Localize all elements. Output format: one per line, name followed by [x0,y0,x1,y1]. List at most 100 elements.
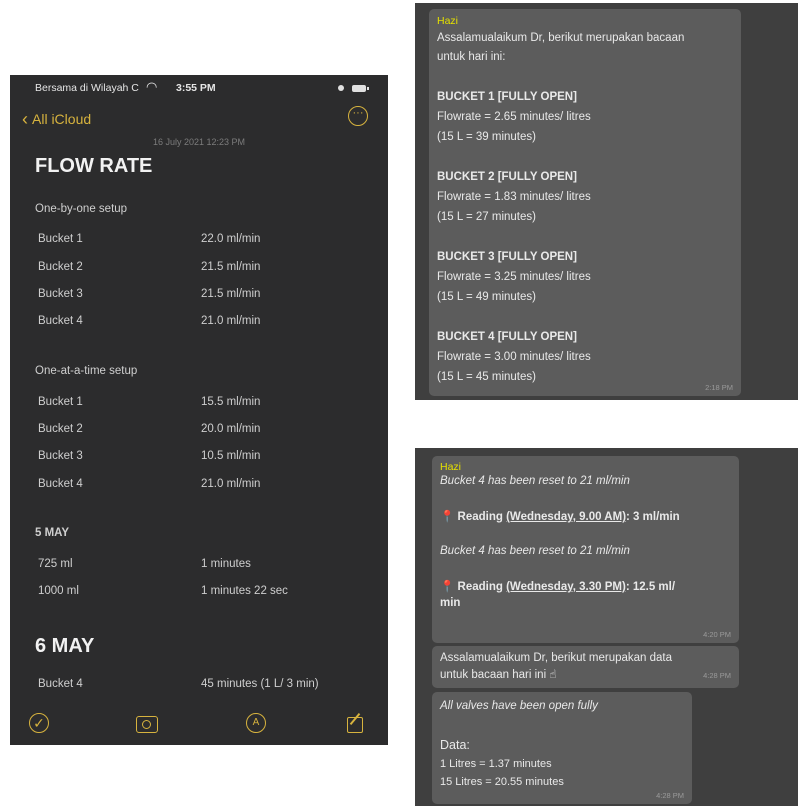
checklist-icon[interactable]: ✓ [29,713,49,733]
message-text: untuk hari ini: [437,51,506,63]
message-bubble[interactable]: All valves have been open fully Data: 1 … [432,692,692,804]
message-timestamp: 4:28 PM [703,671,731,680]
list-item: Bucket 4 21.0 ml/min [38,478,378,490]
list-item: Bucket 4 45 minutes (1 L/ 3 min) [38,678,378,690]
note-date: 16 July 2021 12:23 PM [152,137,246,147]
row-value: 22.0 ml/min [201,233,261,245]
row-label: Bucket 4 [38,678,83,690]
bucket-flowrate: Flowrate = 1.83 minutes/ litres [437,191,591,203]
status-time: 3:55 PM [176,82,216,94]
row-value: 21.0 ml/min [201,315,261,327]
list-item: Bucket 1 22.0 ml/min [38,233,378,245]
notes-toolbar: ✓ A [10,705,388,745]
reading-value: : 3 ml/min [626,511,680,523]
section-heading: One-at-a-time setup [35,365,138,377]
compose-icon[interactable] [347,712,363,733]
markup-pen-icon[interactable]: A [246,713,266,733]
back-button[interactable]: ‹ All iCloud [22,108,91,129]
row-label: Bucket 3 [38,450,83,462]
reading-prefix: Reading [457,581,503,593]
row-label: Bucket 3 [38,288,83,300]
bucket-flowrate: Flowrate = 3.25 minutes/ litres [437,271,591,283]
message-bubble[interactable]: Hazi Assalamualaikum Dr, berikut merupak… [429,9,741,396]
list-item: Bucket 2 21.5 ml/min [38,261,378,273]
back-label: All iCloud [32,111,92,127]
data-line: 15 Litres = 20.55 minutes [440,776,564,788]
message-text-line2: untuk bacaan hari ini ☝ [440,667,731,684]
bucket-title: BUCKET 4 [FULLY OPEN] [437,331,577,343]
row-label: Bucket 4 [38,315,83,327]
message-text: All valves have been open fully [440,700,598,712]
list-item: Bucket 3 21.5 ml/min [38,288,378,300]
bucket-total: (15 L = 45 minutes) [437,371,536,383]
bucket-block: BUCKET 4 [FULLY OPEN] Flowrate = 3.00 mi… [437,327,733,387]
pin-icon: 📍 [440,581,458,593]
reading-value: : 12.5 ml/ [625,581,676,593]
message-text: Assalamualaikum Dr, berikut merupakan ba… [437,32,685,44]
sender-name: Hazi [437,15,459,27]
list-item: Bucket 3 10.5 ml/min [38,450,378,462]
message-bubble[interactable]: Assalamualaikum Dr, berikut merupakan da… [432,646,739,688]
chat-screenshot-1: Hazi Assalamualaikum Dr, berikut merupak… [415,3,798,400]
carrier-label: Bersama di Wilayah C [35,82,139,94]
bucket-total: (15 L = 39 minutes) [437,131,536,143]
message-text: untuk bacaan hari ini [440,669,547,681]
bucket-block: BUCKET 1 [FULLY OPEN] Flowrate = 2.65 mi… [437,87,733,147]
bucket-title: BUCKET 1 [FULLY OPEN] [437,91,577,103]
message-text: Bucket 4 has been reset to 21 ml/min [440,475,630,487]
message-text: Assalamualaikum Dr, berikut merupakan da… [440,652,673,664]
message-bubble[interactable]: Hazi Bucket 4 has been reset to 21 ml/mi… [432,456,739,643]
bucket-title: BUCKET 2 [FULLY OPEN] [437,171,577,183]
row-value: 21.5 ml/min [201,288,261,300]
row-value: 10.5 ml/min [201,450,261,462]
bucket-total: (15 L = 27 minutes) [437,211,536,223]
location-icon [338,85,344,91]
camera-icon[interactable] [136,716,158,733]
status-bar: Bersama di Wilayah C ◠ 3:55 PM [10,79,388,97]
bucket-block: BUCKET 2 [FULLY OPEN] Flowrate = 1.83 mi… [437,167,733,227]
row-label: Bucket 4 [38,478,83,490]
row-label: Bucket 2 [38,261,83,273]
list-item: Bucket 4 21.0 ml/min [38,315,378,327]
row-label: Bucket 2 [38,423,83,435]
message-timestamp: 4:20 PM [703,630,731,639]
row-label: 725 ml [38,558,73,570]
reading-day: (Wednesday, 3.30 PM) [506,581,626,593]
pin-icon: 📍 [440,511,458,523]
section-heading-large: 6 MAY [35,635,95,657]
wifi-icon: ◠ [146,79,158,94]
list-item: Bucket 1 15.5 ml/min [38,396,378,408]
notes-screen: Bersama di Wilayah C ◠ 3:55 PM ‹ All iClo… [10,75,388,745]
reading-line: 📍 Reading (Wednesday, 3.30 PM): 12.5 ml/ [440,579,731,593]
message-timestamp: 4:28 PM [656,791,684,800]
list-item: Bucket 2 20.0 ml/min [38,423,378,435]
row-value: 20.0 ml/min [201,423,261,435]
list-item: 725 ml 1 minutes [38,558,378,570]
data-label: Data: [440,738,470,752]
row-value: 45 minutes (1 L/ 3 min) [201,678,319,690]
bucket-total: (15 L = 49 minutes) [437,291,536,303]
more-options-icon[interactable]: ··· [348,106,368,126]
note-title: FLOW RATE [35,155,153,177]
message-timestamp: 2:18 PM [705,383,733,392]
section-heading: 5 MAY [35,527,70,539]
row-value: 1 minutes 22 sec [201,585,288,597]
row-label: Bucket 1 [38,396,83,408]
data-line: 1 Litres = 1.37 minutes [440,758,552,770]
row-value: 21.5 ml/min [201,261,261,273]
bucket-title: BUCKET 3 [FULLY OPEN] [437,251,577,263]
chat-screenshot-2: Hazi Bucket 4 has been reset to 21 ml/mi… [415,448,798,806]
section-heading: One-by-one setup [35,203,128,215]
list-item: 1000 ml 1 minutes 22 sec [38,585,378,597]
chevron-left-icon: ‹ [22,109,28,129]
bucket-block: BUCKET 3 [FULLY OPEN] Flowrate = 3.25 mi… [437,247,733,307]
reading-day: (Wednesday, 9.00 AM) [506,511,627,523]
pointing-hand-icon: ☝ [549,669,557,681]
row-value: 1 minutes [201,558,251,570]
reading-line: 📍 Reading (Wednesday, 9.00 AM): 3 ml/min [440,509,731,523]
row-value: 15.5 ml/min [201,396,261,408]
reading-prefix: Reading [457,511,503,523]
row-label: 1000 ml [38,585,79,597]
sender-name: Hazi [440,461,462,473]
battery-icon [352,85,370,92]
